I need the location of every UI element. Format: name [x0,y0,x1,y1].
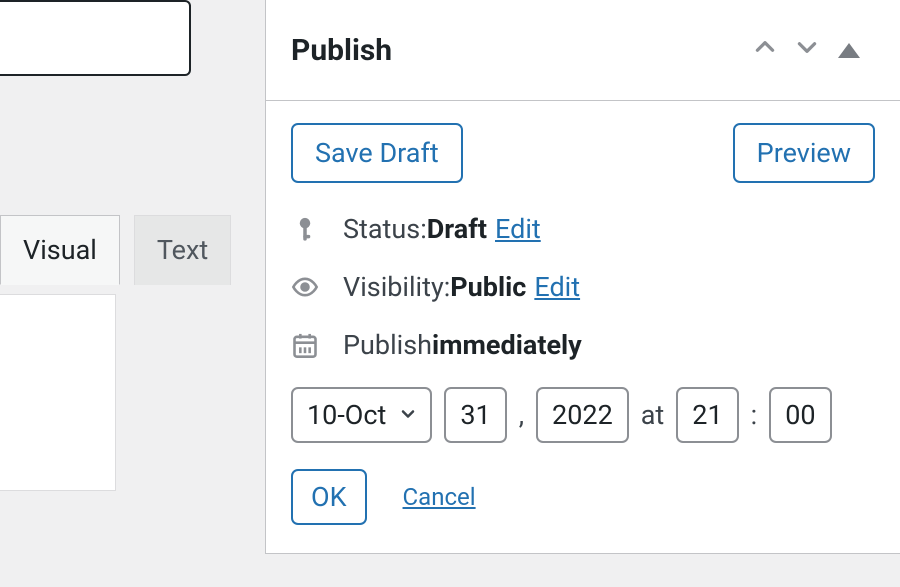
publish-header: Publish [266,0,900,101]
date-confirm: OK Cancel [291,469,875,525]
minute-input[interactable]: 00 [769,387,831,443]
month-select[interactable]: 10-Oct [291,387,432,443]
time-colon: : [751,399,758,431]
toggle-panel-button[interactable] [828,29,870,71]
chevron-down-icon [398,399,418,431]
schedule-value: immediately [432,329,582,361]
at-label: at [641,399,665,431]
preview-button[interactable]: Preview [733,123,875,183]
visibility-row: Visibility: Public Edit [291,271,875,303]
publish-actions: Save Draft Preview [291,123,875,183]
chevron-up-icon [752,34,778,66]
publish-metabox: Publish Save Draft Preview Status: Draft [265,0,900,554]
publish-body: Save Draft Preview Status: Draft Edit Vi… [266,101,900,553]
publish-title: Publish [291,33,744,68]
editor-content-fragment[interactable] [0,294,116,491]
date-editor: 10-Oct 31 , 2022 at 21 : 00 [291,387,875,443]
schedule-label: Publish [343,329,432,361]
day-input[interactable]: 31 [444,387,506,443]
visibility-value: Public [450,271,526,303]
title-input-fragment[interactable] [0,0,191,76]
visibility-edit-link[interactable]: Edit [534,271,580,303]
visibility-label: Visibility: [343,271,450,303]
tab-text[interactable]: Text [134,215,231,285]
save-draft-button[interactable]: Save Draft [291,123,463,183]
chevron-down-icon [794,34,820,66]
status-edit-link[interactable]: Edit [495,213,541,245]
schedule-row: Publish immediately [291,329,875,361]
status-row: Status: Draft Edit [291,213,875,245]
year-input[interactable]: 2022 [536,387,629,443]
tab-visual[interactable]: Visual [0,215,120,285]
triangle-up-icon [838,43,860,58]
move-up-button[interactable] [744,29,786,71]
status-label: Status: [343,213,427,245]
eye-icon [291,273,319,301]
key-icon [291,215,319,243]
editor-tabs: Visual Text [0,215,231,285]
move-down-button[interactable] [786,29,828,71]
ok-button[interactable]: OK [291,469,367,525]
status-value: Draft [427,213,487,245]
month-value: 10-Oct [307,399,386,431]
calendar-icon [291,331,319,359]
date-separator: , [519,399,524,431]
hour-input[interactable]: 21 [676,387,738,443]
cancel-link[interactable]: Cancel [403,483,476,511]
